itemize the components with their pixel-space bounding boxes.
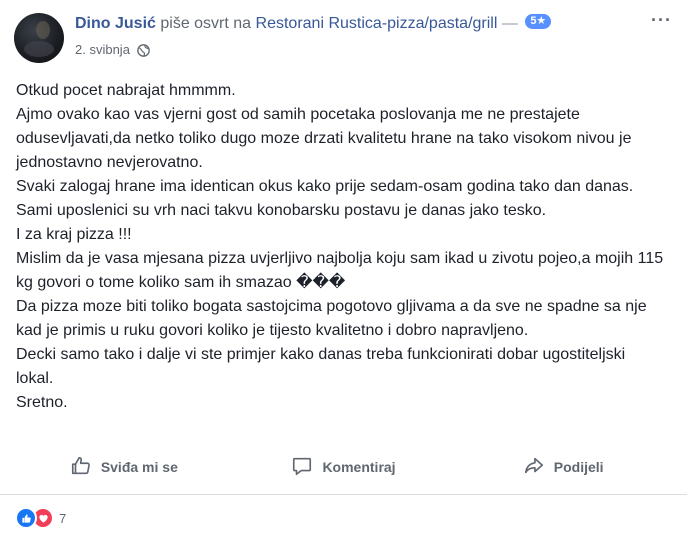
post-header: Dino Jusić piše osvrt na Restorani Rusti… xyxy=(75,14,635,34)
divider xyxy=(0,494,687,495)
review-line: I za kraj pizza !!! xyxy=(16,226,132,243)
page-link[interactable]: Restorani Rustica-pizza/pasta/grill xyxy=(256,15,498,32)
thumbs-up-icon xyxy=(70,455,92,480)
rating-badge: 5★ xyxy=(525,14,552,30)
review-line: Decki samo tako i dalje vi ste primjer k… xyxy=(16,346,626,387)
avatar[interactable] xyxy=(14,13,64,63)
review-text: Otkud pocet nabrajat hmmmm. Ajmo ovako k… xyxy=(16,79,666,415)
post-date[interactable]: 2. svibnja xyxy=(75,42,130,58)
review-line: Svaki zalogaj hrane ima identican okus k… xyxy=(16,178,634,195)
author-name[interactable]: Dino Jusić xyxy=(75,15,156,32)
like-icon xyxy=(15,507,37,529)
review-line: Sretno. xyxy=(16,394,68,411)
post-verb: piše osvrt na xyxy=(160,15,252,32)
like-button[interactable]: Sviđa mi se xyxy=(14,447,234,487)
globe-icon[interactable] xyxy=(137,43,150,57)
post-meta: 2. svibnja xyxy=(75,42,150,58)
share-button[interactable]: Podijeli xyxy=(453,447,673,487)
review-line: Sami uposlenici su vrh naci takvu konoba… xyxy=(16,202,547,219)
comment-button[interactable]: Komentiraj xyxy=(234,447,454,487)
review-line: Otkud pocet nabrajat hmmmm. xyxy=(16,82,236,99)
share-label: Podijeli xyxy=(553,459,604,475)
comment-icon xyxy=(291,455,313,480)
review-line: Da pizza moze biti toliko bogata sastojc… xyxy=(16,298,647,339)
review-line: Ajmo ovako kao vas vjerni gost od samih … xyxy=(16,106,632,171)
like-label: Sviđa mi se xyxy=(100,459,178,475)
review-post: Dino Jusić piše osvrt na Restorani Rusti… xyxy=(0,0,687,546)
reaction-count: 7 xyxy=(59,510,67,526)
options-icon[interactable]: ··· xyxy=(651,11,671,30)
comment-label: Komentiraj xyxy=(322,459,396,475)
review-line: Mislim da je vasa mjesana pizza uvjerlji… xyxy=(16,250,664,291)
share-icon xyxy=(523,455,545,480)
separator-dash: — xyxy=(501,15,518,32)
action-bar: Sviđa mi se Komentiraj Podijeli xyxy=(14,443,673,491)
reactions-summary[interactable]: 7 xyxy=(15,507,66,529)
